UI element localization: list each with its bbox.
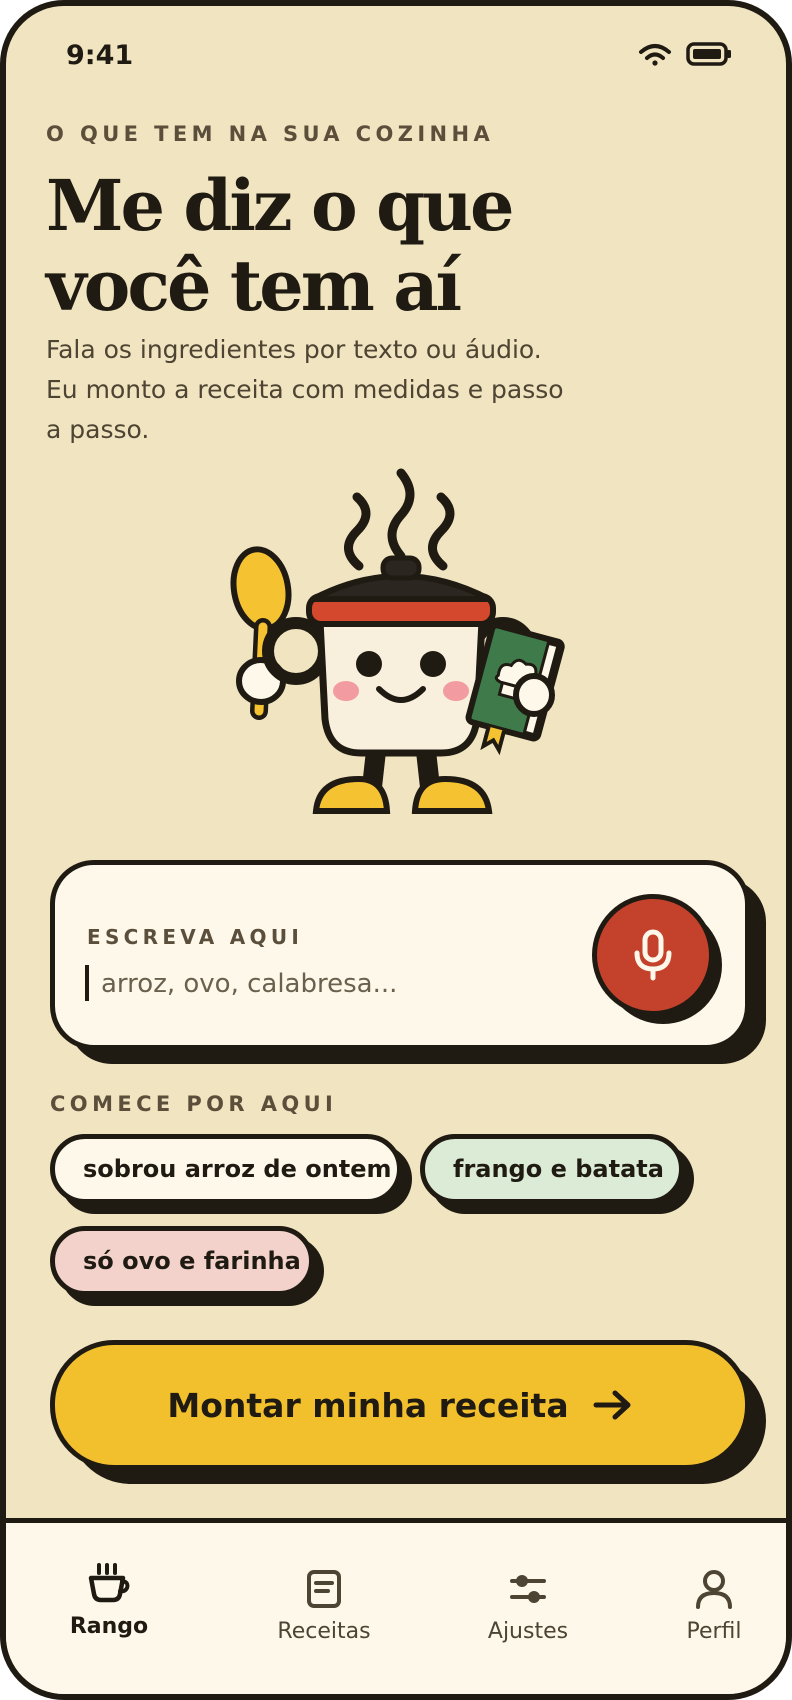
suggestion-chip-3[interactable]: só ovo e farinha	[50, 1226, 324, 1306]
tab-receitas[interactable]: Receitas	[254, 1546, 394, 1666]
status-icons	[638, 42, 732, 66]
microphone-button[interactable]	[592, 894, 714, 1016]
arrow-right-icon	[593, 1390, 631, 1420]
subtitle-line-3: a passo.	[46, 415, 150, 444]
microphone-icon	[634, 929, 672, 981]
ingredients-input[interactable]	[101, 963, 531, 1005]
sliders-icon	[510, 1574, 546, 1603]
cooking-pot-mascot	[230, 468, 565, 814]
input-label: ESCREVA AQUI	[87, 925, 304, 949]
page-title-line-2: você tem aí	[46, 244, 462, 327]
page-title-line-1: Me diz o que	[46, 164, 514, 247]
phone-screen: 9:41 O QUE TEM NA SUA COZINHA Me diz o q…	[0, 0, 792, 1700]
tab-rango[interactable]: Rango	[39, 1540, 179, 1660]
suggestions-label: COMECE POR AQUI	[50, 1092, 338, 1116]
text-caret	[85, 965, 89, 1001]
tab-ajustes[interactable]: Ajustes	[458, 1546, 598, 1666]
build-recipe-button[interactable]: Montar minha receita	[50, 1340, 750, 1470]
cta-label: Montar minha receita	[167, 1385, 569, 1425]
wifi-icon	[639, 44, 671, 66]
subtitle-line-1: Fala os ingredientes por texto ou áudio.	[46, 335, 542, 364]
suggestion-chip-2[interactable]: frango e batata	[420, 1134, 694, 1214]
tab-label: Ajustes	[487, 1618, 569, 1644]
coffee-cup-icon	[88, 1562, 130, 1602]
chip-label: sobrou arroz de ontem	[50, 1134, 402, 1204]
suggestion-chip-1[interactable]: sobrou arroz de ontem	[50, 1134, 412, 1214]
document-icon	[307, 1569, 341, 1608]
tab-label: Perfil	[686, 1618, 742, 1644]
subtitle-line-2: Eu monto a receita com medidas e passo	[46, 375, 564, 404]
battery-icon	[686, 42, 731, 66]
tab-label: Receitas	[277, 1618, 371, 1644]
section-eyebrow: O QUE TEM NA SUA COZINHA	[46, 122, 495, 146]
chip-label: só ovo e farinha	[50, 1226, 314, 1296]
page-subtitle: Fala os ingredientes por texto ou áudio.…	[46, 330, 606, 450]
status-time: 9:41	[66, 40, 134, 71]
tab-label: Rango	[69, 1613, 149, 1639]
chip-label: frango e batata	[420, 1134, 684, 1204]
tab-perfil[interactable]: Perfil	[644, 1546, 784, 1666]
user-icon	[696, 1569, 732, 1609]
page-title: Me diz o que você tem aí	[46, 166, 666, 326]
